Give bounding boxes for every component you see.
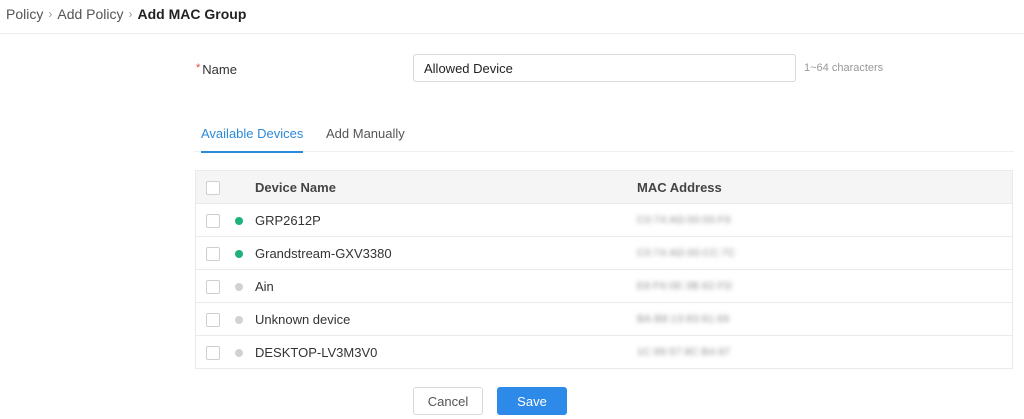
table-row[interactable]: Grandstream-GXV3380 C0:74:AD:00:CC:7C bbox=[196, 237, 1012, 270]
row-checkbox[interactable] bbox=[206, 313, 220, 327]
header-divider bbox=[0, 33, 1024, 34]
tab-add-manually[interactable]: Add Manually bbox=[326, 122, 405, 152]
table-row[interactable]: GRP2612P C0:74:AD:00:00:F6 bbox=[196, 204, 1012, 237]
column-header-mac-address: MAC Address bbox=[637, 180, 722, 195]
save-button[interactable]: Save bbox=[497, 387, 567, 415]
name-label-text: Name bbox=[202, 62, 237, 77]
name-form-row: *Name 1~64 characters bbox=[196, 54, 916, 82]
status-online-icon bbox=[235, 217, 243, 225]
mac-address: C0:74:AD:00:00:F6 bbox=[637, 215, 732, 226]
device-name: Grandstream-GXV3380 bbox=[255, 246, 392, 261]
mac-address: E8:F6:0E:3B:62:FD bbox=[637, 281, 733, 292]
device-name: Unknown device bbox=[255, 312, 351, 327]
mac-address: C0:74:AD:00:CC:7C bbox=[637, 248, 736, 259]
table-header: Device Name MAC Address bbox=[196, 171, 1012, 204]
status-offline-icon bbox=[235, 283, 243, 291]
row-checkbox[interactable] bbox=[206, 247, 220, 261]
device-name: GRP2612P bbox=[255, 213, 321, 228]
name-label: * Name bbox=[196, 54, 237, 82]
device-tabs: Available Devices Add Manually bbox=[194, 122, 1014, 153]
breadcrumb-policy[interactable]: Policy bbox=[6, 6, 43, 22]
mac-address: 1C:99:57:8C:B4:97 bbox=[637, 347, 731, 358]
name-input[interactable] bbox=[413, 54, 796, 82]
page-title: Add MAC Group bbox=[137, 6, 247, 22]
row-checkbox[interactable] bbox=[206, 280, 220, 294]
column-header-device-name: Device Name bbox=[255, 180, 336, 195]
status-offline-icon bbox=[235, 349, 243, 357]
row-checkbox[interactable] bbox=[206, 346, 220, 360]
table-row[interactable]: Unknown device BA:B8:13:83:91:69 bbox=[196, 303, 1012, 336]
table-row[interactable]: Ain E8:F6:0E:3B:62:FD bbox=[196, 270, 1012, 303]
device-name: Ain bbox=[255, 279, 274, 294]
device-name: DESKTOP-LV3M3V0 bbox=[255, 345, 378, 360]
row-checkbox[interactable] bbox=[206, 214, 220, 228]
mac-address: BA:B8:13:83:91:69 bbox=[637, 314, 730, 325]
breadcrumb-separator-icon: › bbox=[128, 7, 133, 21]
breadcrumb-separator-icon: › bbox=[48, 7, 53, 21]
status-online-icon bbox=[235, 250, 243, 258]
device-table: Device Name MAC Address GRP2612P C0:74:A… bbox=[195, 170, 1013, 369]
breadcrumb-add-policy[interactable]: Add Policy bbox=[57, 6, 123, 22]
required-mark: * bbox=[196, 62, 201, 74]
cancel-button[interactable]: Cancel bbox=[413, 387, 483, 415]
tab-available-devices[interactable]: Available Devices bbox=[201, 122, 304, 153]
table-row[interactable]: DESKTOP-LV3M3V0 1C:99:57:8C:B4:97 bbox=[196, 336, 1012, 369]
breadcrumb: Policy › Add Policy › Add MAC Group bbox=[6, 5, 246, 23]
name-hint: 1~64 characters bbox=[804, 62, 884, 74]
select-all-checkbox[interactable] bbox=[206, 181, 220, 195]
status-offline-icon bbox=[235, 316, 243, 324]
